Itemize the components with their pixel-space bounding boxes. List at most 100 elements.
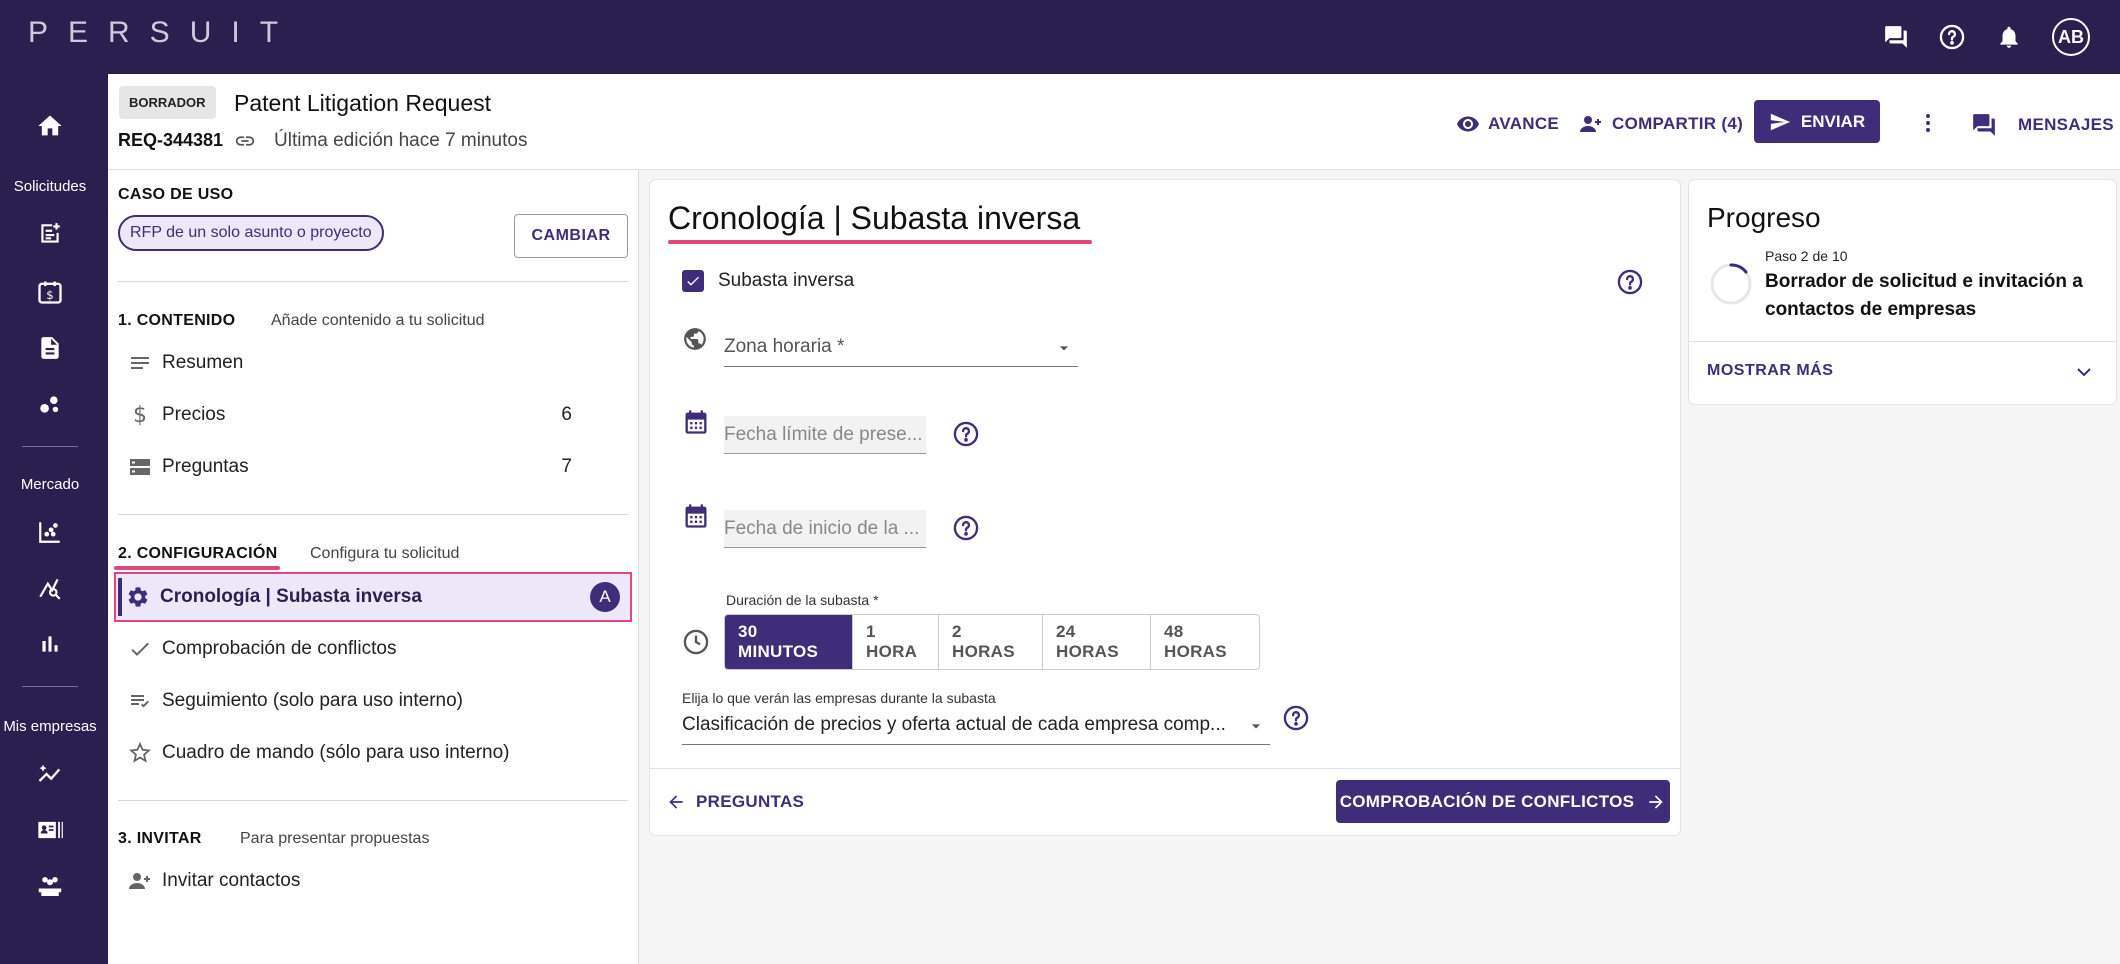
bell-icon[interactable] [1991, 19, 2027, 55]
search-analytics-icon[interactable] [0, 568, 100, 608]
gear-icon [116, 585, 160, 609]
help-icon[interactable] [1934, 19, 1970, 55]
divider [118, 800, 628, 801]
nav-item-invite-contacts[interactable]: Invitar contactos [118, 858, 628, 904]
help-icon[interactable] [1616, 268, 1644, 301]
bar-chart-icon[interactable] [0, 624, 100, 664]
duration-selector[interactable]: 30 MINUTOS 1 HORA 2 HORAS 24 HORAS 48 HO… [724, 614, 1260, 670]
nav-label: Precios [162, 404, 226, 425]
title-underline [668, 240, 1092, 244]
calendar-icon[interactable] [682, 502, 710, 535]
nav-count: 7 [561, 456, 572, 477]
deadline-date-field[interactable]: Fecha límite de prese... [724, 416, 926, 454]
nav-count: 6 [561, 404, 572, 425]
nav-item-tracking[interactable]: Seguimiento (solo para uso interno) [118, 678, 628, 724]
section-underline [114, 566, 280, 570]
messages-button[interactable]: MENSAJES [1970, 112, 2114, 138]
nav-item-timeline-auction[interactable]: Cronología | Subasta inversa A [114, 572, 632, 622]
nav-label: Cuadro de mando (sólo para uso interno) [162, 742, 510, 763]
nav-label: Seguimiento (solo para uso interno) [162, 690, 464, 711]
new-request-icon[interactable] [0, 214, 100, 254]
invite-section-title: 3. INVITAR [118, 830, 202, 847]
help-icon[interactable] [1282, 704, 1310, 737]
visibility-select-value[interactable]: Clasificación de precios y oferta actual… [682, 714, 1242, 736]
storage-icon [118, 455, 162, 479]
lines-icon [118, 351, 162, 375]
timezone-label: Zona horaria * [724, 336, 845, 357]
nav-label: Invitar contactos [162, 870, 301, 891]
checklist-icon [118, 689, 162, 713]
duration-option[interactable]: 24 HORAS [1043, 615, 1151, 669]
duration-option[interactable]: 30 MINUTOS [725, 615, 853, 669]
change-use-case-button[interactable]: CAMBIAR [514, 214, 628, 258]
duration-option[interactable]: 2 HORAS [939, 615, 1043, 669]
divider [118, 514, 628, 515]
visibility-label: Elija lo que verán las empresas durante … [682, 690, 996, 706]
nav-item-conflict-check[interactable]: Comprobación de conflictos [118, 626, 628, 672]
config-section-title: 2. CONFIGURACIÓN [118, 545, 278, 562]
chat-icon[interactable] [1878, 19, 1914, 55]
next-label: COMPROBACIÓN DE CONFLICTOS [1339, 791, 1635, 811]
rail-divider [22, 446, 78, 447]
help-icon[interactable] [952, 420, 980, 453]
config-section-subtitle: Configura tu solicitud [310, 545, 460, 562]
show-more-button[interactable]: MOSTRAR MÁS [1707, 362, 1833, 380]
arrow-left-icon [669, 795, 683, 809]
checkbox-checked-icon[interactable] [682, 270, 704, 292]
dollar-icon: $ [118, 403, 162, 427]
request-title[interactable]: Patent Litigation Request [234, 90, 491, 117]
svg-text:$: $ [46, 288, 53, 302]
timezone-select[interactable] [724, 366, 1078, 367]
content-section-title: 1. CONTENIDO [118, 312, 236, 329]
calendar-icon[interactable] [682, 408, 710, 441]
auction-calendar-icon[interactable]: $ [0, 272, 100, 312]
request-header: BORRADOR Patent Litigation Request REQ-3… [108, 74, 2120, 170]
nav-item-questions[interactable]: Preguntas 7 [118, 444, 628, 490]
app-logo[interactable]: PERSUIT [28, 16, 298, 50]
messages-label: MENSAJES [2018, 115, 2114, 134]
nav-label: Preguntas [162, 456, 249, 477]
globe-icon [682, 326, 708, 357]
preview-label: AVANCE [1488, 114, 1560, 133]
use-case-title: CASO DE USO [118, 186, 234, 203]
visibility-select[interactable] [682, 744, 1270, 745]
back-to-questions-button[interactable]: PREGUNTAS [666, 792, 804, 812]
left-rail: Solicitudes $ Mercado Mis empresas [0, 74, 108, 964]
nav-item-summary[interactable]: Resumen [118, 340, 628, 386]
contact-card-icon[interactable] [0, 810, 100, 850]
help-icon[interactable] [952, 514, 980, 547]
progress-card: Progreso Paso 2 de 10 Borrador de solici… [1689, 180, 2116, 404]
more-menu-icon[interactable] [1916, 110, 1940, 136]
link-icon[interactable] [234, 130, 256, 157]
last-edit-text: Última edición hace 7 minutos [274, 130, 528, 151]
page-title: Cronología | Subasta inversa [668, 200, 1081, 236]
nav-label: Comprobación de conflictos [162, 638, 397, 659]
trending-sparkle-icon[interactable] [0, 754, 100, 794]
duration-option[interactable]: 48 HORAS [1151, 615, 1259, 669]
home-icon[interactable] [0, 106, 100, 146]
next-conflict-check-button[interactable]: COMPROBACIÓN DE CONFLICTOS [1336, 780, 1670, 823]
nav-item-pricing[interactable]: $ Precios 6 [118, 392, 628, 438]
send-button[interactable]: ENVIAR [1754, 100, 1880, 143]
start-date-field[interactable]: Fecha de inicio de la ... [724, 510, 926, 548]
bubbles-icon[interactable] [0, 384, 100, 424]
share-button[interactable]: COMPARTIR (4) [1578, 112, 1743, 136]
invite-section-subtitle: Para presentar propuestas [240, 830, 430, 847]
chevron-down-icon[interactable] [2072, 360, 2096, 389]
rail-divider [22, 686, 78, 687]
duration-option[interactable]: 1 HORA [853, 615, 939, 669]
caret-down-icon[interactable] [1246, 716, 1266, 741]
reverse-auction-toggle[interactable]: Subasta inversa [682, 270, 854, 292]
back-label: PREGUNTAS [696, 792, 805, 811]
group-icon[interactable] [0, 866, 100, 906]
nav-item-dashboard[interactable]: Cuadro de mando (sólo para uso interno) [118, 730, 628, 776]
scatter-chart-icon[interactable] [0, 512, 100, 552]
reverse-auction-label: Subasta inversa [718, 270, 855, 291]
document-icon[interactable] [0, 328, 100, 368]
caret-down-icon[interactable] [1054, 338, 1074, 363]
request-id: REQ-344381 [118, 130, 224, 150]
divider [650, 768, 1680, 769]
preview-button[interactable]: AVANCE [1456, 112, 1559, 136]
avatar[interactable]: AB [2052, 18, 2090, 56]
chat-icon [1973, 114, 1995, 136]
